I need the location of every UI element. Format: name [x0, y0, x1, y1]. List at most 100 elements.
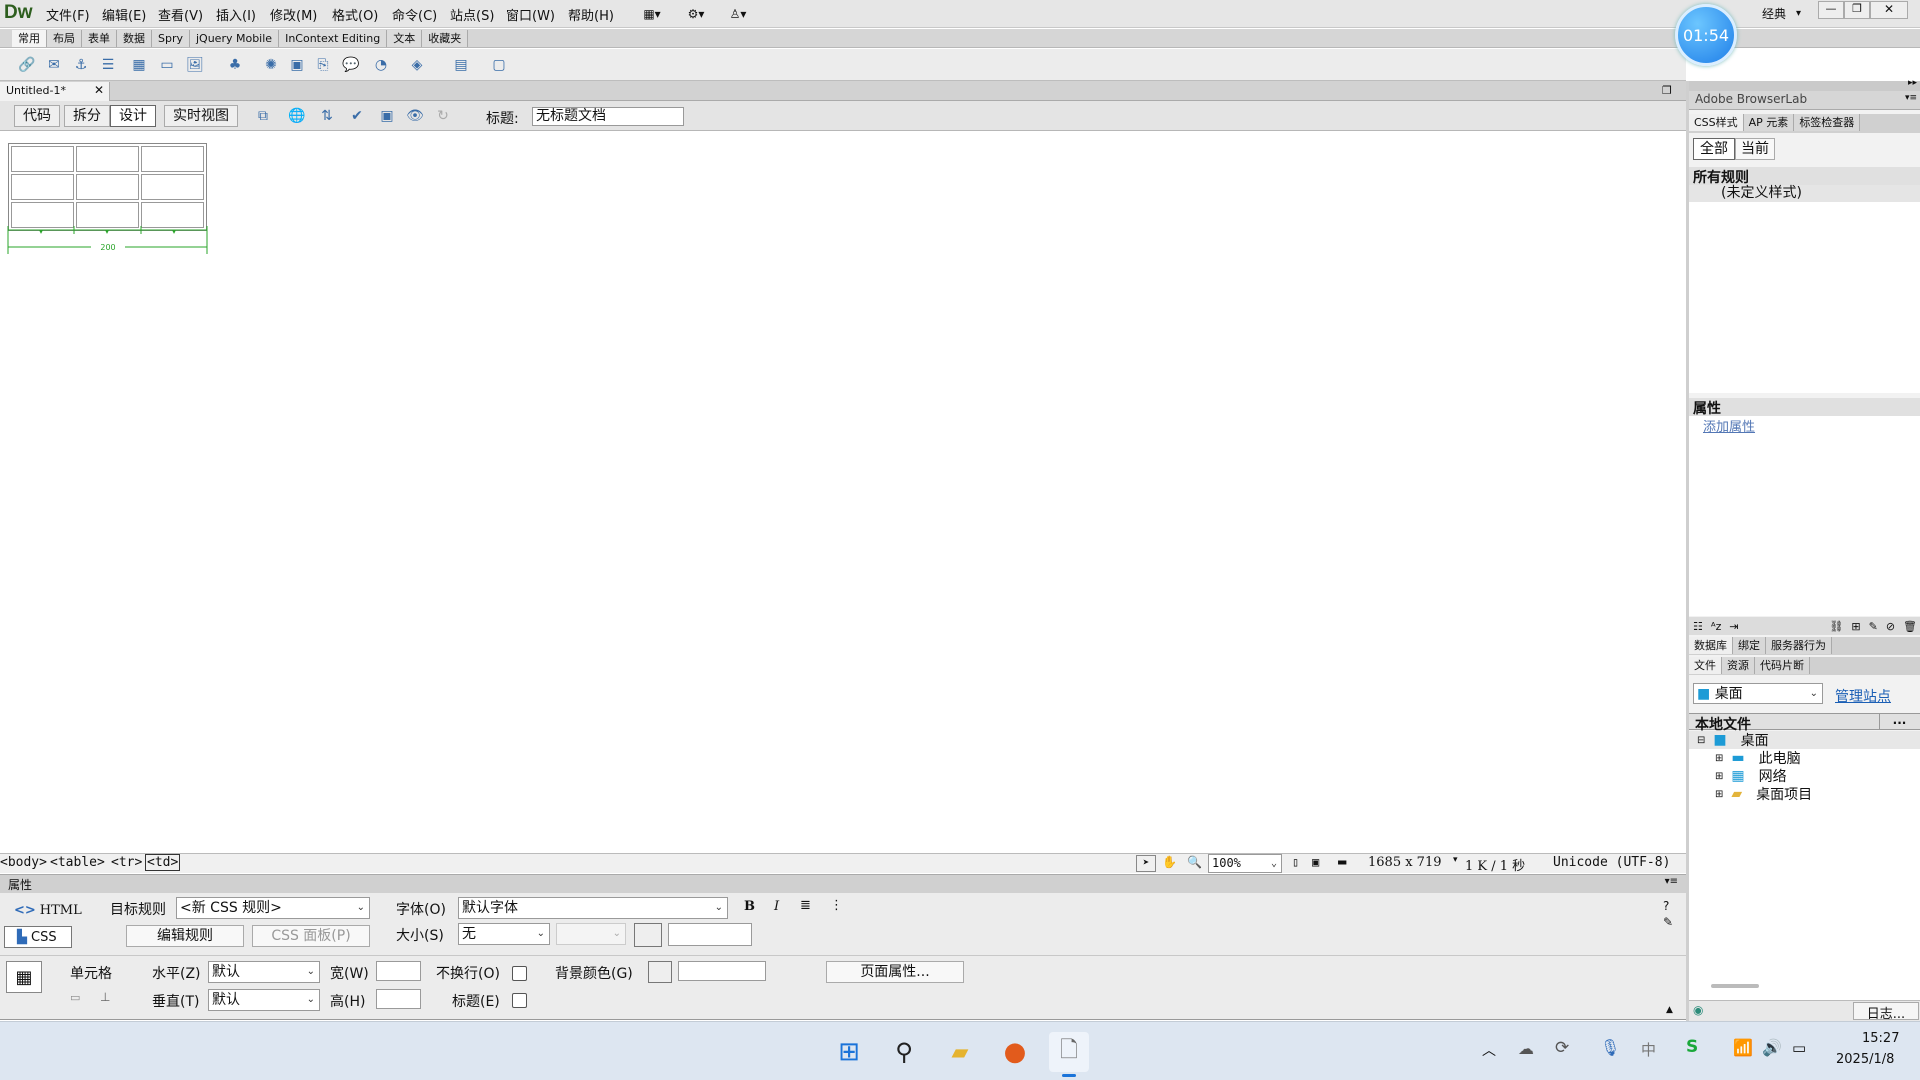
split-view-button[interactable]: 拆分 [64, 105, 110, 127]
menu-insert[interactable]: 插入(I) [216, 5, 256, 24]
set-properties-icon[interactable]: ⇥ [1729, 620, 1738, 633]
table-cell[interactable] [76, 146, 139, 172]
wifi-icon[interactable]: 📶 [1733, 1038, 1753, 1057]
desktop-size-icon[interactable]: ▬ [1338, 854, 1346, 870]
table-cell[interactable] [141, 174, 204, 200]
split-cells-icon[interactable]: ⊥ [100, 990, 110, 1004]
table-cell[interactable] [141, 202, 204, 228]
design-table[interactable] [8, 143, 207, 231]
chevron-down-icon[interactable]: ▾ [1453, 855, 1458, 865]
ime-indicator[interactable]: 中 [1641, 1039, 1656, 1060]
menu-help[interactable]: 帮助(H) [568, 5, 614, 24]
table-cell[interactable] [141, 146, 204, 172]
menu-file[interactable]: 文件(F) [46, 5, 90, 24]
add-attribute-link[interactable]: 添加属性 [1703, 416, 1755, 435]
floating-clock[interactable]: 01:54 [1675, 4, 1737, 66]
css-panel-button[interactable]: CSS 面板(P) [252, 925, 370, 947]
tablet-size-icon[interactable]: ▣ [1312, 855, 1319, 869]
current-rules-button[interactable]: 当前 [1735, 138, 1775, 160]
tab-files[interactable]: 文件 [1689, 657, 1722, 674]
collapse-icon[interactable]: ⊟ [1697, 735, 1705, 746]
more-options-icon[interactable]: ... [1879, 713, 1919, 730]
code-view-button[interactable]: 代码 [14, 105, 60, 127]
width-input[interactable] [376, 961, 421, 981]
menu-window[interactable]: 窗口(W) [506, 5, 555, 24]
scrollbar-thumb[interactable] [1711, 984, 1759, 988]
expand-icon[interactable]: ⊞ [1715, 753, 1723, 764]
bgcolor-picker[interactable] [648, 961, 672, 983]
new-rule-icon[interactable]: ⊞ [1851, 620, 1860, 633]
tab-assets[interactable]: 资源 [1722, 657, 1755, 674]
tab-forms[interactable]: 表单 [82, 30, 117, 47]
html-mode-button[interactable]: <> HTML [14, 903, 82, 918]
cloud-icon[interactable]: ☁ [1518, 1039, 1534, 1058]
page-properties-button[interactable]: 页面属性... [826, 961, 964, 983]
start-button[interactable]: ⊞ [829, 1032, 869, 1072]
edit-rule-icon[interactable]: ✎ [1869, 620, 1878, 633]
undefined-style-row[interactable]: (未定义样式) [1689, 185, 1920, 202]
menu-commands[interactable]: 命令(C) [392, 5, 437, 24]
text-color-picker[interactable] [634, 923, 662, 947]
layout-dropdown[interactable]: ▦▾ [636, 4, 668, 24]
tab-spry[interactable]: Spry [152, 30, 190, 47]
tab-favorites[interactable]: 收藏夹 [422, 30, 469, 47]
panel-menu-icon[interactable]: ▾≡ [1905, 93, 1917, 103]
expand-icon[interactable]: ⊞ [1715, 771, 1723, 782]
tag-chooser-icon[interactable]: ▢ [490, 56, 508, 74]
design-view-button[interactable]: 设计 [110, 105, 156, 127]
table-cell[interactable] [76, 202, 139, 228]
browserlab-header[interactable]: Adobe BrowserLab ▾≡ [1689, 91, 1920, 110]
insert-div-icon[interactable]: ▭ [158, 56, 176, 74]
close-icon[interactable]: ✕ [1870, 1, 1908, 19]
menu-site[interactable]: 站点(S) [450, 5, 494, 24]
attach-stylesheet-icon[interactable]: ⛓ [1829, 620, 1843, 633]
date-icon[interactable]: ▣ [288, 56, 306, 74]
tab-server-behaviors[interactable]: 服务器行为 [1766, 637, 1832, 654]
edit-rule-button[interactable]: 编辑规则 [126, 925, 244, 947]
table-cell[interactable] [11, 146, 74, 172]
delete-rule-icon[interactable]: 🗑 [1903, 620, 1920, 633]
page-title-input[interactable]: 无标题文档 [532, 107, 684, 126]
connect-icon[interactable]: ◉ [1693, 1003, 1703, 1017]
extend-dropdown[interactable]: ⚙▾ [680, 4, 712, 24]
script-icon[interactable]: ◈ [408, 56, 426, 74]
tree-item-desktop[interactable]: ⊟ ■ 桌面 [1689, 731, 1920, 749]
tab-layout[interactable]: 布局 [47, 30, 82, 47]
nowrap-checkbox[interactable] [512, 966, 527, 981]
server-include-icon[interactable]: ⎘ [314, 56, 332, 74]
zoom-tool-icon[interactable]: 🔍 [1187, 855, 1202, 869]
tree-item-desktop-items[interactable]: ⊞ ▰ 桌面项目 [1689, 785, 1920, 803]
email-link-icon[interactable]: ✉ [45, 56, 63, 74]
list-view-icon[interactable]: ᴬz [1711, 620, 1722, 633]
height-input[interactable] [376, 989, 421, 1009]
target-rule-select[interactable]: <新 CSS 规则> ⌄ [176, 897, 370, 919]
text-color-input[interactable] [668, 923, 752, 946]
collapse-icon[interactable]: ▲ [1666, 1005, 1673, 1015]
menu-format[interactable]: 格式(O) [332, 5, 378, 24]
images-icon[interactable]: 🖼 [186, 56, 204, 74]
microphone-icon[interactable]: 🎙 [1600, 1038, 1620, 1057]
templates-icon[interactable]: ▤ [452, 56, 470, 74]
tag-table[interactable]: <table> [50, 855, 105, 870]
css-mode-button[interactable]: ▙ CSS [4, 926, 72, 948]
font-select[interactable]: 默认字体 ⌄ [458, 897, 728, 919]
speaker-icon[interactable]: 🔊 [1762, 1038, 1782, 1057]
restore-icon[interactable]: ❐ [1844, 1, 1870, 19]
taskbar-date[interactable]: 2025/1/8 [1836, 1052, 1894, 1067]
horizontal-rule-icon[interactable]: ☰ [99, 56, 117, 74]
quick-tag-icon[interactable]: ✎ [1663, 915, 1673, 929]
widget-icon[interactable]: ✺ [262, 56, 280, 74]
manage-sites-link[interactable]: 管理站点 [1835, 686, 1891, 706]
expand-icon[interactable]: ▸▸ [1908, 78, 1917, 88]
chevron-down-icon[interactable]: ▾ [1796, 8, 1801, 19]
check-browser-icon[interactable]: ▣ [378, 107, 396, 125]
table-cell[interactable] [11, 174, 74, 200]
merge-cells-icon[interactable]: ▭ [70, 991, 80, 1004]
help-icon[interactable]: ? [1663, 899, 1669, 913]
table-icon[interactable]: ▦ [130, 56, 148, 74]
table-width-indicator[interactable]: ▾ ▾ ▾ 200 [7, 226, 208, 254]
rules-list[interactable]: (未定义样式) [1689, 185, 1920, 393]
sync-icon[interactable]: ⟳ [1555, 1038, 1569, 1058]
multiscreen-icon[interactable]: ⧉ [254, 107, 272, 125]
all-rules-button[interactable]: 全部 [1693, 138, 1735, 160]
